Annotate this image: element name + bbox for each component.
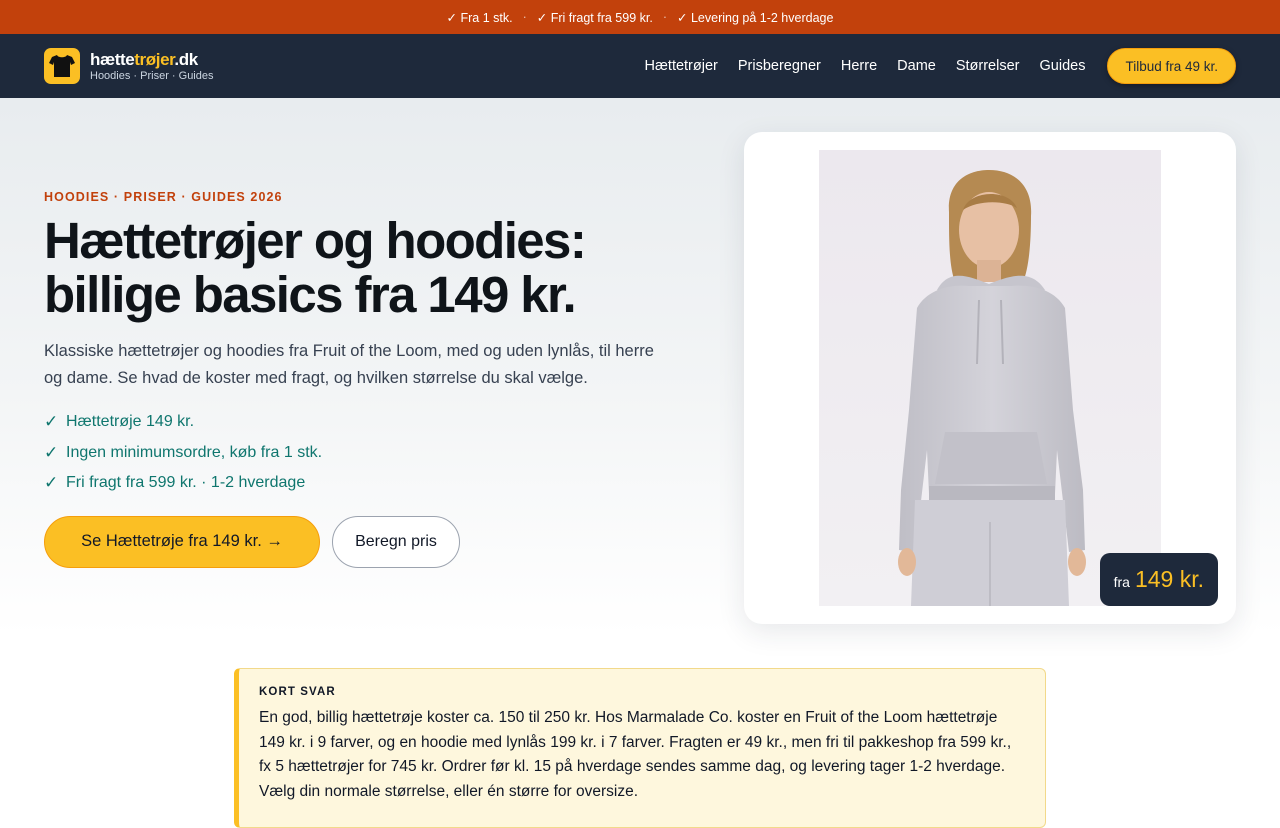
benefit-item: ✓ Fri fragt fra 599 kr. · 1-2 hverdage <box>44 473 306 493</box>
nav-link-storrelser[interactable]: Størrelser <box>956 58 1020 74</box>
announcement-item: ✓ Fra 1 stk. <box>446 10 513 25</box>
short-answer-box: KORT SVAR En god, billig hættetrøje kost… <box>234 668 1046 828</box>
checkmark-icon: ✓ <box>44 473 59 493</box>
shop-hoodie-button[interactable]: Se Hættetrøje fra 149 kr. → <box>44 515 320 568</box>
short-answer-text: En god, billig hættetrøje koster ca. 150… <box>259 709 1012 800</box>
hero-section: HOODIES · PRISER · GUIDES 2026 Hættetrøj… <box>0 98 1280 636</box>
hero-eyebrow: HOODIES · PRISER · GUIDES 2026 <box>44 190 283 204</box>
nav-link-dame[interactable]: Dame <box>897 58 936 74</box>
nav-link-guides[interactable]: Guides <box>1040 58 1086 74</box>
nav-link-herre[interactable]: Herre <box>841 58 877 74</box>
announcement-bar: ✓ Fra 1 stk. · ✓ Fri fragt fra 599 kr. ·… <box>0 0 1280 34</box>
product-photo <box>819 150 1161 606</box>
nav-link-prisberegner[interactable]: Prisberegner <box>738 58 821 74</box>
site-logo[interactable]: hættetrøjer.dk Hoodies · Priser · Guides <box>44 48 214 84</box>
price-badge: fra 149 kr. <box>1099 553 1218 606</box>
checkmark-icon: ✓ <box>44 412 59 432</box>
tshirt-icon <box>44 48 80 84</box>
logo-tagline: Hoodies · Priser · Guides <box>90 69 214 82</box>
nav-link-haettetrojer[interactable]: Hættetrøjer <box>645 58 718 74</box>
benefit-item: ✓ Ingen minimumsordre, køb fra 1 stk. <box>44 442 323 462</box>
main-nav: Hættetrøjer Prisberegner Herre Dame Stør… <box>625 48 1236 84</box>
offer-cta-button[interactable]: Tilbud fra 49 kr. <box>1107 48 1236 84</box>
announcement-separator: · <box>522 10 527 24</box>
logo-wordmark: hættetrøjer.dk <box>90 49 198 69</box>
announcement-separator: · <box>662 10 668 24</box>
benefit-list: ✓ Hættetrøje 149 kr. ✓ Ingen minimumsordre… <box>44 407 724 499</box>
short-answer-label: KORT SVAR <box>259 686 336 698</box>
calculate-price-button[interactable]: Beregn pris <box>332 515 460 568</box>
announcement-item: ✓ Levering på 1-2 hverdage <box>677 10 834 25</box>
site-header: hættetrøjer.dk Hoodies · Priser · Guides… <box>0 34 1280 98</box>
product-card[interactable]: fra 149 kr. <box>744 132 1236 624</box>
price-prefix: fra <box>1113 574 1130 590</box>
hero-description: Klassiske hættetrøjer og hoodies fra Fru… <box>44 342 654 387</box>
page-title: Hættetrøjer og hoodies: billige basics f… <box>44 212 587 323</box>
announcement-item: ✓ Fri fragt fra 599 kr. <box>536 10 653 25</box>
checkmark-icon: ✓ <box>44 442 59 462</box>
benefit-item: ✓ Hættetrøje 149 kr. <box>44 412 195 432</box>
price-amount: 149 kr. <box>1134 566 1204 592</box>
